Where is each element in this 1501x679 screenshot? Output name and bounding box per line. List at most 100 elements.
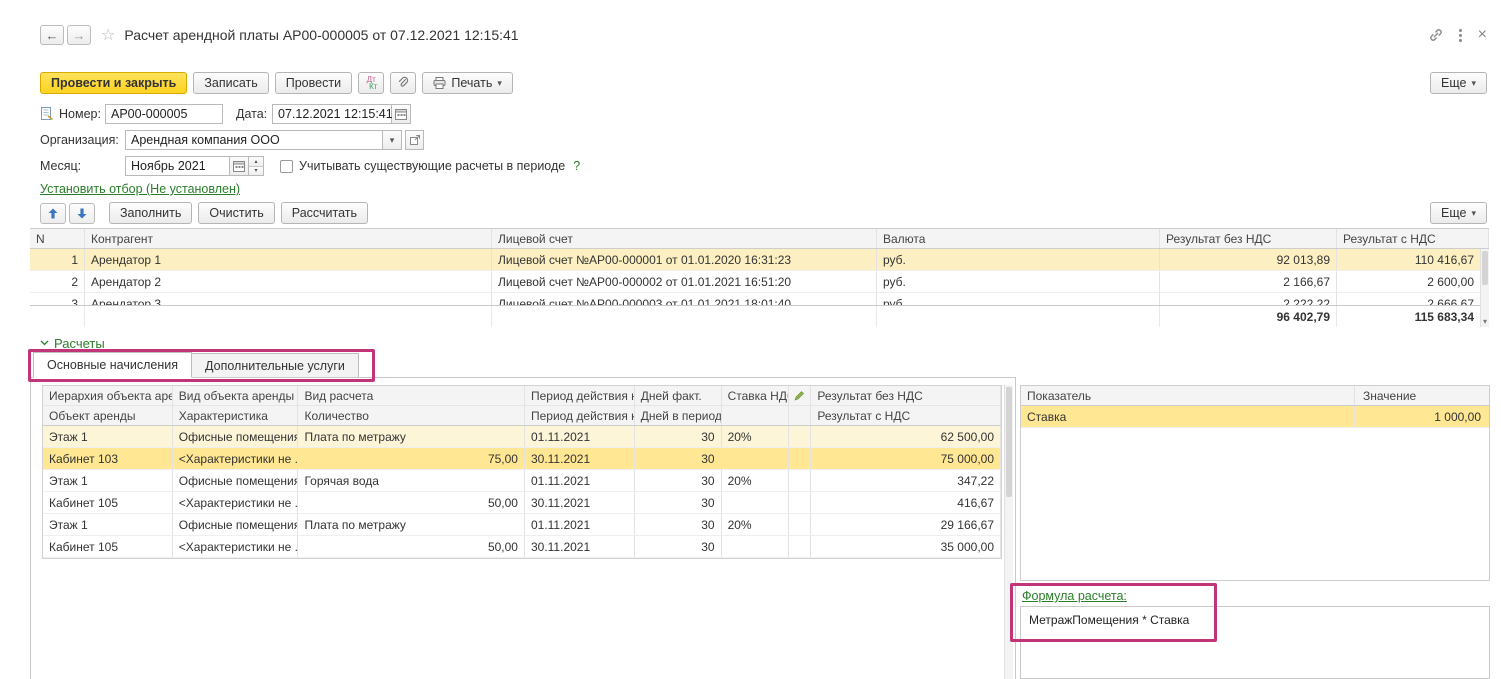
table-row[interactable]: 3 Арендатор 3 Лицевой счет №АР00-000003 … bbox=[30, 293, 1489, 305]
set-filter-link[interactable]: Установить отбор (Не установлен) bbox=[40, 182, 240, 196]
open-reference-icon[interactable] bbox=[405, 130, 424, 150]
chevron-down-icon: ▾ bbox=[1471, 78, 1476, 89]
cell: 01.11.2021 bbox=[525, 426, 635, 447]
cell: 347,22 bbox=[811, 470, 1001, 491]
cell: 50,00 bbox=[298, 492, 525, 513]
arrow-down-icon bbox=[77, 208, 87, 219]
column-header: Показатель bbox=[1021, 386, 1355, 405]
forward-button[interactable]: → bbox=[67, 25, 91, 45]
date-field[interactable]: 07.12.2021 12:15:41 bbox=[272, 104, 392, 124]
move-down-button[interactable] bbox=[69, 203, 95, 224]
column-header: N bbox=[30, 229, 85, 248]
cell: 30 bbox=[635, 536, 722, 557]
month-field[interactable]: Ноябрь 2021 bbox=[125, 156, 230, 176]
window-controls: × bbox=[1429, 27, 1487, 44]
back-button[interactable]: ← bbox=[40, 25, 64, 45]
table-row[interactable]: Этаж 1 Офисные помещения Горячая вода 01… bbox=[43, 470, 1001, 492]
kebab-menu-icon[interactable] bbox=[1457, 27, 1464, 44]
cell: Этаж 1 bbox=[43, 470, 173, 491]
toolbar-more-button[interactable]: Еще ▾ bbox=[1430, 72, 1487, 94]
column-header: Значение bbox=[1355, 386, 1489, 405]
spin-down-icon[interactable]: ▾ bbox=[249, 166, 263, 176]
table-row[interactable]: Этаж 1 Офисные помещения Плата по метраж… bbox=[43, 514, 1001, 536]
calendar-icon[interactable] bbox=[392, 104, 411, 124]
cell: руб. bbox=[877, 293, 1160, 305]
cell: 2 222,22 bbox=[1160, 293, 1337, 305]
cell: Плата по метражу bbox=[298, 514, 525, 535]
number-field[interactable]: АР00-000005 bbox=[105, 104, 223, 124]
spin-up-icon[interactable]: ▴ bbox=[249, 157, 263, 166]
print-button[interactable]: Печать ▾ bbox=[422, 72, 512, 94]
clear-button[interactable]: Очистить bbox=[198, 202, 274, 224]
organization-field[interactable]: Арендная компания ООО bbox=[125, 130, 383, 150]
dtkt-postings-button[interactable]: ДтКт bbox=[358, 72, 384, 94]
calculations-tabs: Основные начисления Дополнительные услуг… bbox=[33, 352, 359, 378]
scroll-down-icon[interactable]: ▾ bbox=[1481, 317, 1489, 326]
month-stepper[interactable]: ▴ ▾ bbox=[249, 156, 264, 176]
table-row[interactable]: Кабинет 103 <Характеристики не ... 75,00… bbox=[43, 448, 1001, 470]
cell: 30 bbox=[635, 492, 722, 513]
formula-link[interactable]: Формула расчета: bbox=[1022, 589, 1127, 603]
table-row[interactable]: Ставка 1 000,00 bbox=[1021, 406, 1489, 428]
tab-additional-services[interactable]: Дополнительные услуги bbox=[192, 353, 359, 378]
table-row[interactable]: Кабинет 105 <Характеристики не ... 50,00… bbox=[43, 492, 1001, 514]
save-button[interactable]: Записать bbox=[193, 72, 268, 94]
close-icon[interactable]: × bbox=[1478, 27, 1487, 43]
clear-label: Очистить bbox=[209, 206, 263, 220]
scrollbar-thumb[interactable] bbox=[1006, 387, 1012, 497]
calendar-icon[interactable] bbox=[230, 156, 249, 176]
cell: 30 bbox=[635, 426, 722, 447]
fill-button[interactable]: Заполнить bbox=[109, 202, 192, 224]
vertical-scrollbar[interactable]: ▾ bbox=[1480, 249, 1489, 327]
print-label: Печать bbox=[451, 76, 492, 90]
consider-existing-checkbox[interactable] bbox=[280, 160, 293, 173]
totals-row: 96 402,79 115 683,34 bbox=[30, 305, 1489, 327]
cell: 20% bbox=[722, 470, 790, 491]
favorite-star-icon[interactable]: ☆ bbox=[101, 25, 115, 45]
dtkt-icon: ДтКт bbox=[365, 76, 377, 90]
table-row[interactable]: Кабинет 105 <Характеристики не ... 50,00… bbox=[43, 536, 1001, 558]
column-header: Дней факт. bbox=[635, 386, 722, 405]
accruals-vertical-scrollbar[interactable] bbox=[1004, 385, 1013, 679]
cell: 20% bbox=[722, 514, 790, 535]
paperclip-icon bbox=[397, 76, 409, 90]
table-row[interactable]: 1 Арендатор 1 Лицевой счет №АР00-000001 … bbox=[30, 249, 1489, 271]
cell: руб. bbox=[877, 271, 1160, 292]
help-link[interactable]: ? bbox=[573, 159, 580, 173]
formula-field[interactable]: МетражПомещения * Ставка bbox=[1020, 606, 1490, 679]
cell: 92 013,89 bbox=[1160, 249, 1337, 270]
calculate-button[interactable]: Рассчитать bbox=[281, 202, 368, 224]
tab-main-accruals[interactable]: Основные начисления bbox=[33, 352, 192, 378]
save-label: Записать bbox=[204, 76, 257, 90]
document-icon bbox=[40, 107, 54, 121]
number-date-row: Номер: АР00-000005 Дата: 07.12.2021 12:1… bbox=[40, 103, 411, 125]
move-up-button[interactable] bbox=[40, 203, 66, 224]
cell: Кабинет 105 bbox=[43, 536, 173, 557]
get-link-icon[interactable] bbox=[1429, 28, 1443, 42]
consider-existing-label: Учитывать существующие расчеты в периоде bbox=[299, 159, 565, 173]
cell: <Характеристики не ... bbox=[173, 492, 299, 513]
total-with-vat: 115 683,34 bbox=[1337, 306, 1489, 327]
scrollbar-thumb[interactable] bbox=[1482, 251, 1488, 285]
post-and-close-button[interactable]: Провести и закрыть bbox=[40, 72, 187, 94]
attachments-button[interactable] bbox=[390, 72, 416, 94]
column-header: Объект аренды bbox=[43, 406, 173, 425]
cell: 01.11.2021 bbox=[525, 514, 635, 535]
cell: 30 bbox=[635, 470, 722, 491]
column-header: Вид расчета bbox=[298, 386, 525, 405]
dropdown-select-icon[interactable]: ▾ bbox=[383, 130, 402, 150]
list-more-button[interactable]: Еще ▾ bbox=[1430, 202, 1487, 224]
cell: 50,00 bbox=[298, 536, 525, 557]
cell: 30 bbox=[635, 448, 722, 469]
contractors-table-header: N Контрагент Лицевой счет Валюта Результ… bbox=[30, 229, 1489, 249]
calculations-collapse-toggle[interactable]: Расчеты bbox=[40, 336, 105, 351]
cell: Горячая вода bbox=[298, 470, 525, 491]
post-button[interactable]: Провести bbox=[275, 72, 352, 94]
calculate-label: Рассчитать bbox=[292, 206, 357, 220]
table-row[interactable]: Этаж 1 Офисные помещения Плата по метраж… bbox=[43, 426, 1001, 448]
calculations-section: Расчеты bbox=[40, 334, 105, 351]
cell: 110 416,67 bbox=[1337, 249, 1489, 270]
printer-icon bbox=[433, 77, 446, 89]
table-row[interactable]: 2 Арендатор 2 Лицевой счет №АР00-000002 … bbox=[30, 271, 1489, 293]
post-label: Провести bbox=[286, 76, 341, 90]
